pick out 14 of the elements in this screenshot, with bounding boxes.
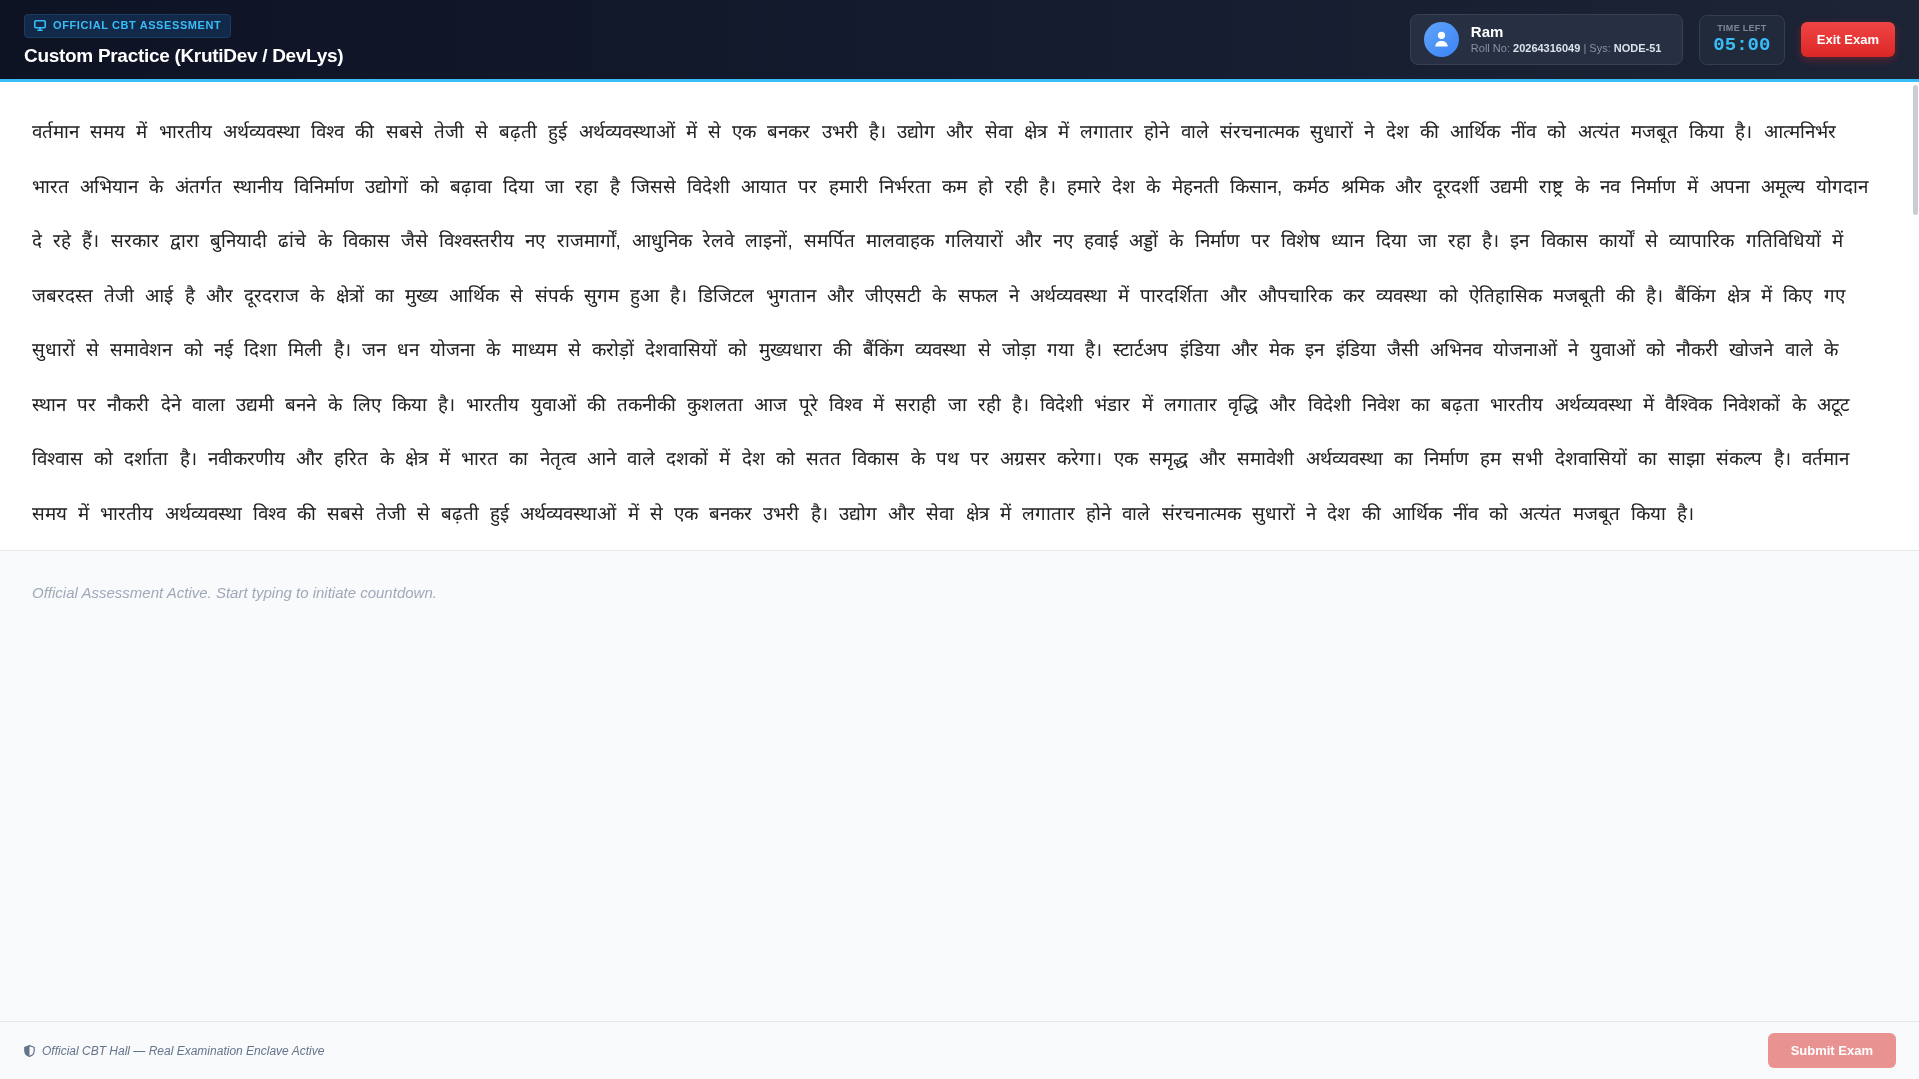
monitor-icon — [34, 20, 46, 31]
timer-label: TIME LEFT — [1717, 23, 1767, 34]
user-avatar-icon — [1423, 22, 1459, 57]
answer-input[interactable]: Official Assessment Active. Start typing to initiate countdown. — [0, 551, 1919, 1021]
timer-value: 05:00 — [1713, 34, 1771, 56]
candidate-details: Roll No: 20264316049 | Sys: NODE-51 — [1470, 41, 1662, 56]
candidate-name: Ram — [1470, 23, 1505, 41]
exit-exam-button[interactable]: Exit Exam — [1800, 22, 1895, 57]
scrollbar-thumb[interactable] — [1913, 85, 1918, 215]
shield-icon — [24, 1044, 35, 1057]
passage-text: वर्तमान समय में भारतीय अर्थव्यवस्था विश्व की सबसे तेजी से बढ़ती हुई अर्थव्यवस्थाओं में से एक बनकर उभरी है। उद्योग और सेवा क्षेत्र में लगातार होने वाले संरचनात्मक सुधारों ने देश की आर्थिक नींव को अत्यंत मजबूत किया है। आत्मनिर्भर भारत अभियान के अंतर्गत स्थानीय विनिर्माण उद्योगों को बढ़ावा दिया जा रहा है जिससे विदेशी आयात पर हमारी निर्भरता कम हो रही है। हमारे देश के मेहनती किसान, कर्मठ श्रमिक और दूरदर्शी उद्यमी राष्ट्र के नव निर्माण में अपना अमूल्य योगदान दे रहे हैं। सरकार द्वारा बुनियादी ढांचे के विकास जैसे विश्वस्तरीय नए राजमार्गों, आधुनिक रेलवे लाइनों, समर्पित मालवाहक गलियारों और नए हवाई अड्डों के निर्माण पर विशेष ध्यान दिया जा रहा है। इन विकास कार्यों से व्यापारिक गतिविधियों में जबरदस्त तेजी आई है और दूरदराज के क्षेत्रों का मुख्य आर्थिक से संपर्क सुगम हुआ है। डिजिटल भुगतान और जीएसटी के सफल ने अर्थव्यवस्था में पारदर्शिता और औपचारिक कर व्यवस्था को ऐतिहासिक मजबूती की है। बैंकिंग क्षेत्र में किए गए सुधारों से समावेशन को नई दिशा मिली है। जन धन योजना के माध्यम से करोड़ों देशवासियों को मुख्यधारा की बैंकिंग व्यवस्था से जोड़ा गया है। स्टार्टअप इंडिया और मेक इन इंडिया जैसी अभिनव योजनाओं ने युवाओं को नौकरी खोजने वाले के स्थान पर नौकरी देने वाला उद्यमी बनने के लिए किया है। भारतीय युवाओं की तकनीकी कुशलता आज पूरे विश्व में सराही जा रही है। विदेशी भंडार में लगातार वृद्धि और विदेशी निवेश का बढ़ता भारतीय अर्थव्यवस्था में वैश्विक निवेशकों के अटूट विश्वास को दर्शाता है। नवीकरणीय और हरित के क्षेत्र में भारत का नेतृत्व आने वाले दशकों में देश को सतत विकास के पथ पर अग्रसर करेगा। एक समृद्ध और समावेशी अर्थव्यवस्था का निर्माण हम सभी देशवासियों का साझा संकल्प है। वर्तमान समय में भारतीय अर्थव्यवस्था विश्व की सबसे तेजी से बढ़ती हुई अर्थव्यवस्थाओं में से एक बनकर उभरी है। उद्योग और सेवा क्षेत्र में लगातार होने वाले संरचनात्मक सुधारों ने देश की आर्थिक नींव को अत्यंत मजबूत किया है। — [32, 120, 1870, 528]
exam-title: Custom Practice (KrutiDev / DevLys) — [24, 43, 344, 68]
badge-label: OFFICIAL CBT ASSESSMENT — [53, 18, 222, 34]
footer-status-text: Official CBT Hall — Real Examination Enclave Active — [42, 1042, 325, 1060]
